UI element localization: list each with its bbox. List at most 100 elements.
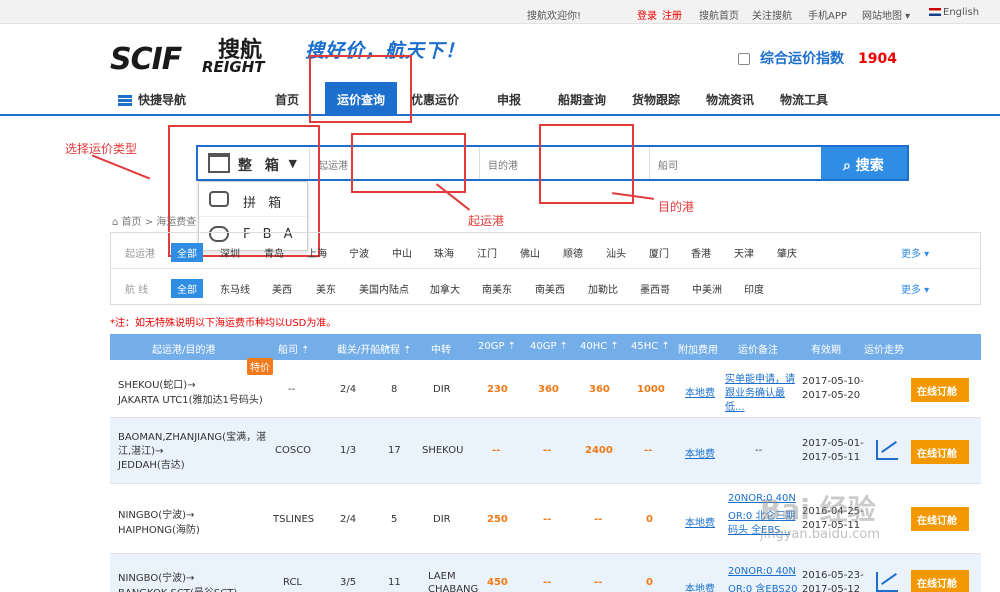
route-line: SHEKOU(蛇口)→: [118, 380, 196, 391]
col-20gp[interactable]: 20GP ⇡: [478, 341, 516, 352]
carrier: TSLINES: [273, 514, 315, 525]
follow-link[interactable]: 关注搜航: [752, 7, 792, 22]
trend-chart-icon[interactable]: [876, 572, 898, 592]
valid-date: 2017-05-12: [802, 584, 861, 592]
filter-route-item[interactable]: 美西: [272, 281, 292, 296]
special-badge: 特价: [247, 358, 273, 375]
destination-port-field[interactable]: 目的港: [480, 147, 650, 179]
col-route[interactable]: 起运港/目的港: [152, 341, 215, 356]
filter-origin-item[interactable]: 深圳: [220, 245, 240, 260]
filter-origin-label: 起运港: [125, 249, 155, 260]
price-40hc: 2400: [585, 445, 613, 456]
register-link[interactable]: 注册: [662, 7, 682, 22]
col-fees: 附加费用: [678, 345, 718, 356]
annotation-type-text: 选择运价类型: [65, 142, 138, 156]
filter-route-item[interactable]: 加拿大: [430, 281, 460, 296]
filter-route-item[interactable]: 美东: [316, 281, 336, 296]
book-online-button[interactable]: 在线订舱: [911, 570, 969, 592]
site-logo[interactable]: SCIF 搜航 REIGHT: [110, 30, 275, 78]
filter-route-item[interactable]: 加勒比: [588, 281, 618, 296]
local-fee-link[interactable]: 本地费: [685, 580, 715, 592]
trend-chart-icon[interactable]: [876, 440, 898, 460]
price-40hc: 360: [589, 384, 610, 395]
remark: --: [755, 445, 763, 456]
transit: DIR: [433, 514, 451, 525]
col-trend: 运价走势: [864, 345, 904, 356]
filter-origin-item[interactable]: 顺德: [563, 245, 583, 260]
filter-origin-all[interactable]: 全部: [171, 243, 203, 262]
filter-route-item[interactable]: 墨西哥: [640, 281, 670, 296]
filter-route-all[interactable]: 全部: [171, 279, 203, 298]
filter-route-label: 航 线: [125, 285, 149, 296]
logo-english: REIGHT: [202, 58, 265, 76]
login-link[interactable]: 登录: [637, 7, 657, 22]
filter-origin-item[interactable]: 江门: [477, 245, 497, 260]
filter-origin-item[interactable]: 佛山: [520, 245, 540, 260]
filter-origin-item[interactable]: 香港: [691, 245, 711, 260]
english-link[interactable]: English: [929, 7, 979, 18]
search-button[interactable]: ⌕ 搜索: [821, 147, 907, 179]
filter-route-item[interactable]: 东马线: [220, 281, 250, 296]
filter-route-item[interactable]: 美国内陆点: [359, 281, 409, 296]
nav-news[interactable]: 物流资讯: [706, 91, 754, 108]
col-40hc[interactable]: 40HC ⇡: [580, 341, 619, 352]
filter-route-item[interactable]: 中美洲: [692, 281, 722, 296]
home-icon: ⌂: [112, 217, 122, 228]
cutoff: 3/5: [340, 577, 357, 588]
app-link[interactable]: 手机APP: [808, 7, 847, 22]
col-days[interactable]: 航程 ⇡: [380, 341, 412, 356]
col-40gp[interactable]: 40GP ⇡: [530, 341, 568, 352]
sitemap-link[interactable]: 网站地图 ▾: [862, 7, 910, 22]
col-45hc[interactable]: 45HC ⇡: [631, 341, 670, 352]
filter-origin-item[interactable]: 厦门: [649, 245, 669, 260]
filter-route-item[interactable]: 印度: [744, 281, 764, 296]
nav-discount[interactable]: 优惠运价: [411, 91, 459, 108]
book-online-button[interactable]: 在线订舱: [911, 378, 969, 402]
nav-declare[interactable]: 申报: [497, 91, 521, 108]
home-link[interactable]: 搜航首页: [699, 7, 739, 22]
filter-origin-item[interactable]: 天津: [734, 245, 754, 260]
col-remark: 运价备注: [738, 345, 778, 356]
transit: SHEKOU: [422, 445, 464, 456]
days: 8: [391, 384, 398, 395]
remark-link[interactable]: OR:0 含EBS20: [728, 580, 798, 592]
baidu-watermark-url: jingyan.baidu.com: [760, 527, 880, 542]
price-40hc: --: [594, 577, 603, 588]
transit: DIR: [433, 384, 451, 395]
remark-link[interactable]: 低...: [725, 398, 745, 413]
carrier-field[interactable]: 船司: [650, 147, 823, 179]
filter-origin-item[interactable]: 肇庆: [777, 245, 797, 260]
filter-origin-item[interactable]: 中山: [392, 245, 412, 260]
filter-route-item[interactable]: 南美东: [482, 281, 512, 296]
nav-tracking[interactable]: 货物跟踪: [632, 91, 680, 108]
local-fee-link[interactable]: 本地费: [685, 384, 715, 399]
filter-origin-item[interactable]: 珠海: [434, 245, 454, 260]
filter-route-item[interactable]: 南美西: [535, 281, 565, 296]
nav-freight-query[interactable]: 运价查询: [325, 82, 398, 114]
filter-origin-item[interactable]: 宁波: [349, 245, 369, 260]
remark-link[interactable]: 20NOR:0 40N: [728, 566, 796, 577]
origin-port-field[interactable]: 起运港: [310, 147, 480, 179]
filter-origin-item[interactable]: 汕头: [606, 245, 626, 260]
logo-mark: SCIF: [110, 42, 182, 77]
quick-nav[interactable]: 快捷导航: [118, 91, 186, 108]
local-fee-link[interactable]: 本地费: [685, 445, 715, 460]
option-lcl[interactable]: 拼 箱: [199, 182, 307, 217]
nav-home[interactable]: 首页: [275, 91, 299, 108]
filter-origin-item[interactable]: 青岛: [264, 245, 284, 260]
filter-origin-more[interactable]: 更多 ▾: [901, 245, 929, 260]
freight-type-select[interactable]: 整 箱 ▼: [198, 147, 310, 179]
nav-tools[interactable]: 物流工具: [780, 91, 828, 108]
book-online-button[interactable]: 在线订舱: [911, 440, 969, 464]
local-fee-link[interactable]: 本地费: [685, 514, 715, 529]
cutoff: 2/4: [340, 514, 357, 525]
book-online-button[interactable]: 在线订舱: [911, 507, 969, 531]
remark-link[interactable]: 实单能申请，请: [725, 370, 795, 385]
freight-index[interactable]: 综合运价指数 1904: [738, 48, 897, 68]
filter-route-more[interactable]: 更多 ▾: [901, 281, 929, 296]
col-carrier[interactable]: 船司 ⇡: [278, 341, 310, 356]
transit: LAEM CHABANG: [428, 571, 479, 592]
remark-link[interactable]: 跟业务确认最: [725, 384, 785, 399]
filter-origin-item[interactable]: 上海: [307, 245, 327, 260]
nav-schedule[interactable]: 船期查询: [558, 91, 606, 108]
